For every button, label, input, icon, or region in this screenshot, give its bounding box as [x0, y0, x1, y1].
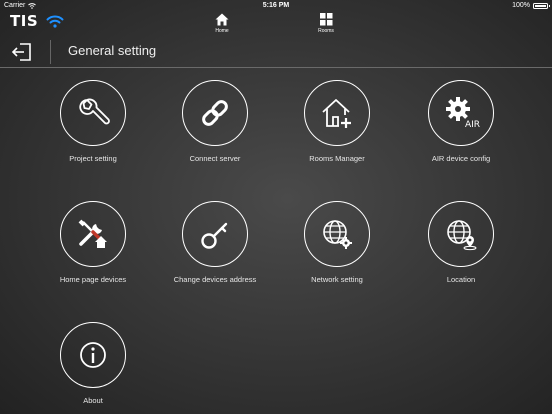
connect-server-item[interactable]: Connect server	[150, 80, 280, 163]
top-nav: Home Rooms	[0, 12, 552, 38]
home-page-devices-label: Home page devices	[59, 275, 127, 284]
location-button[interactable]	[428, 201, 494, 267]
about-label: About	[83, 396, 103, 405]
nav-rooms[interactable]: Rooms	[306, 13, 346, 34]
key-icon	[201, 222, 228, 249]
about-item[interactable]: About	[28, 322, 158, 405]
home-page-devices-item[interactable]: Home page devices	[28, 201, 158, 284]
change-devices-address-item[interactable]: Change devices address	[150, 201, 280, 284]
home-page-devices-button[interactable]	[60, 201, 126, 267]
globe-pin-icon	[447, 220, 477, 251]
grid-icon	[319, 13, 332, 26]
project-setting-button[interactable]	[60, 80, 126, 146]
tools-house-icon	[78, 219, 107, 248]
location-item[interactable]: Location	[396, 201, 526, 284]
nav-rooms-label: Rooms	[318, 28, 334, 34]
rooms-manager-button[interactable]	[304, 80, 370, 146]
network-setting-button[interactable]	[304, 201, 370, 267]
project-setting-label: Project setting	[69, 154, 117, 163]
battery-icon	[533, 2, 550, 9]
air-badge-text: AIR	[465, 120, 480, 130]
status-time: 5:16 PM	[262, 2, 290, 9]
status-bar: Carrier 5:16 PM 100%	[0, 0, 552, 12]
page-header: General setting	[0, 36, 552, 68]
home-icon	[215, 13, 229, 26]
header-rule	[0, 67, 552, 68]
rooms-manager-item[interactable]: Rooms Manager	[272, 80, 402, 163]
info-icon	[80, 342, 106, 368]
location-label: Location	[446, 275, 476, 284]
about-button[interactable]	[60, 322, 126, 388]
wrench-icon	[79, 98, 110, 125]
project-setting-item[interactable]: Project setting	[28, 80, 158, 163]
page-title: General setting	[68, 43, 157, 58]
battery-percent: 100%	[512, 2, 530, 9]
house-plus-icon	[322, 99, 351, 128]
gear-air-icon: AIR	[446, 97, 480, 130]
rooms-manager-label: Rooms Manager	[309, 154, 365, 163]
connect-server-button[interactable]	[182, 80, 248, 146]
air-device-config-item[interactable]: AIR AIR device config	[396, 80, 526, 163]
air-device-config-label: AIR device config	[431, 154, 491, 163]
network-setting-label: Network setting	[311, 275, 363, 284]
nav-home-label: Home	[215, 28, 229, 34]
change-devices-address-button[interactable]	[182, 201, 248, 267]
nav-home[interactable]: Home	[202, 13, 242, 34]
battery-group: 100%	[512, 2, 550, 9]
link-icon	[202, 100, 228, 126]
globe-gear-icon	[323, 220, 352, 249]
back-button[interactable]	[8, 40, 36, 64]
network-setting-item[interactable]: Network setting	[272, 201, 402, 284]
connect-server-label: Connect server	[189, 154, 241, 163]
change-devices-address-label: Change devices address	[173, 275, 257, 284]
exit-icon	[11, 43, 31, 61]
air-device-config-button[interactable]: AIR	[428, 80, 494, 146]
header-divider	[50, 40, 51, 64]
